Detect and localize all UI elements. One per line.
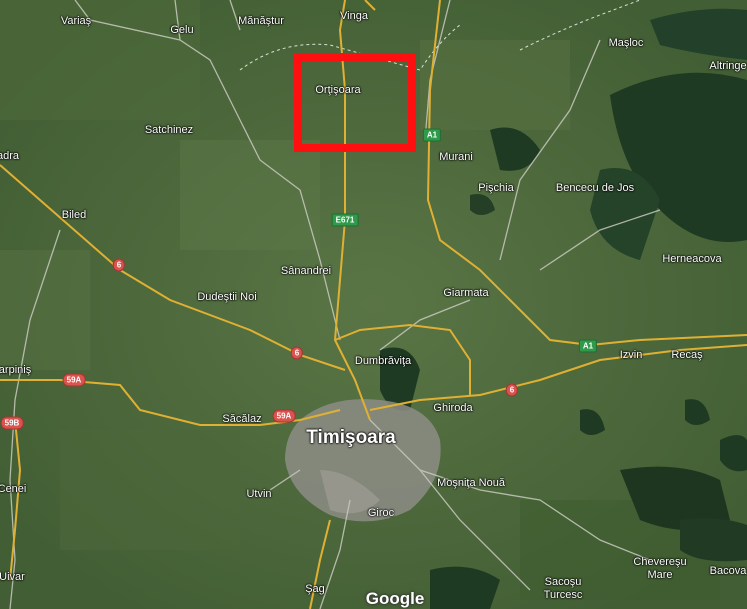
road-shield-59a-center: 59A [272,409,296,423]
place-label-sacosu-turcesc[interactable]: Turcesc [544,589,583,601]
place-label-mosnita[interactable]: Moşniţa Nouă [437,477,505,489]
road-shield-59b: 59B [0,416,24,430]
place-label-bacova[interactable]: Bacova [710,565,747,577]
place-label-cheveresu-mare[interactable]: Mare [647,569,672,581]
place-label-carpinis[interactable]: arpiniş [0,364,31,376]
place-label-sag[interactable]: Şag [305,583,325,595]
place-label-sanandrei[interactable]: Sânandrei [281,265,331,277]
place-label-gelu[interactable]: Gelu [170,24,193,36]
place-label-varias[interactable]: Variaş [61,15,91,27]
place-label-murani[interactable]: Murani [439,151,473,163]
place-label-dumbravita[interactable]: Dumbrăviţa [355,355,411,367]
google-logo: Google [365,589,425,608]
place-label-bencecu[interactable]: Bencecu de Jos [556,182,634,194]
place-label-uivar[interactable]: Uivar [0,571,25,583]
road-shield-a1-east: A1 [578,339,598,353]
place-label-manastur[interactable]: Mănăştur [238,15,284,27]
place-label-cenei[interactable]: Cenei [0,483,26,495]
place-label-ghiroda[interactable]: Ghiroda [433,402,472,414]
place-label-pischia[interactable]: Pişchia [478,182,513,194]
place-label-sacosu[interactable]: Sacoşu [545,576,582,588]
place-label-izvin[interactable]: Izvin [620,349,643,361]
place-label-ortisoara[interactable]: Orţişoara [315,84,360,96]
place-label-biled[interactable]: Biled [62,209,86,221]
place-label-giarmata[interactable]: Giarmata [443,287,488,299]
road-shield-59a-west: 59A [62,373,86,387]
place-label-giroc[interactable]: Giroc [368,507,394,519]
place-label-adra[interactable]: adra [0,150,19,162]
place-label-satchinez[interactable]: Satchinez [145,124,193,136]
place-label-cheveresu[interactable]: Chevereşu [633,556,686,568]
place-label-sacalaz[interactable]: Săcălaz [222,413,261,425]
place-label-masloc[interactable]: Maşloc [609,37,644,49]
highlight-box [294,53,416,152]
place-label-dudestii-noi[interactable]: Dudeştii Noi [197,291,256,303]
road-shield-a1-north: A1 [422,128,442,142]
place-label-vinga[interactable]: Vinga [340,10,368,22]
map-canvas[interactable]: Variaş Gelu Mănăştur Vinga Maşloc Altrin… [0,0,747,609]
road-shield-e671: E671 [331,213,359,227]
place-label-utvin[interactable]: Utvin [246,488,271,500]
place-label-herneacova[interactable]: Herneacova [662,253,721,265]
place-label-altringen[interactable]: Altringe [709,60,746,72]
place-label-timisoara[interactable]: Timişoara [306,428,395,448]
place-label-recas[interactable]: Recaş [671,349,702,361]
